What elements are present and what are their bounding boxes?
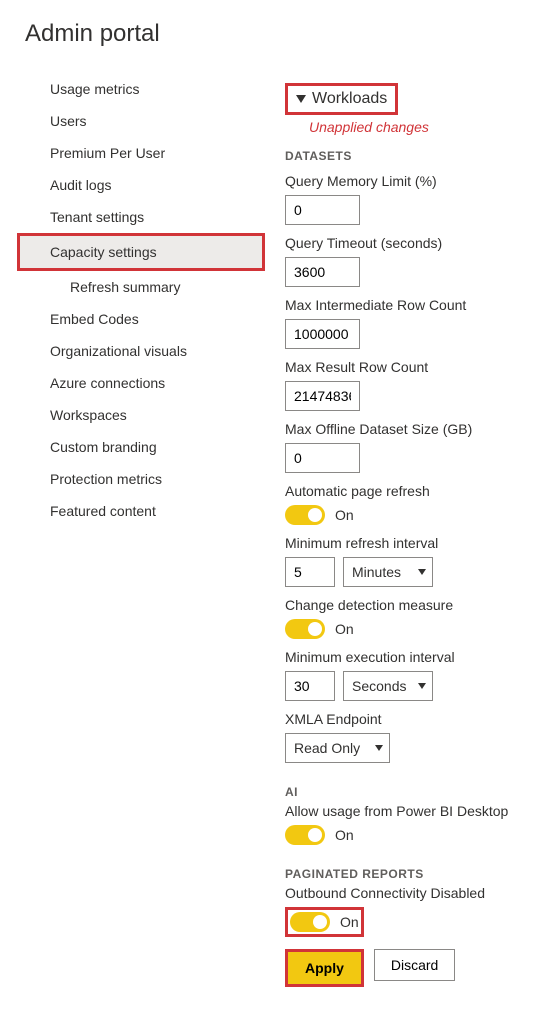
query-memory-limit-label: Query Memory Limit (%) xyxy=(285,173,557,189)
sidebar-item-custom-branding[interactable]: Custom branding xyxy=(20,431,265,463)
paginated-heading: PAGINATED REPORTS xyxy=(285,867,557,881)
chevron-down-icon xyxy=(375,745,383,751)
xmla-label: XMLA Endpoint xyxy=(285,711,557,727)
auto-refresh-label: Automatic page refresh xyxy=(285,483,557,499)
max-offline-label: Max Offline Dataset Size (GB) xyxy=(285,421,557,437)
min-refresh-unit-select[interactable]: Minutes xyxy=(343,557,433,587)
datasets-heading: DATASETS xyxy=(285,149,557,163)
max-intermediate-label: Max Intermediate Row Count xyxy=(285,297,557,313)
min-exec-input[interactable] xyxy=(285,671,335,701)
change-detection-state: On xyxy=(335,621,354,637)
highlight-capacity-settings: Capacity settings xyxy=(17,233,265,271)
xmla-select[interactable]: Read Only xyxy=(285,733,390,763)
sidebar-item-refresh-summary[interactable]: Refresh summary xyxy=(20,271,265,303)
allow-desktop-toggle[interactable] xyxy=(285,825,325,845)
max-intermediate-input[interactable] xyxy=(285,319,360,349)
min-exec-label: Minimum execution interval xyxy=(285,649,557,665)
allow-desktop-state: On xyxy=(335,827,354,843)
apply-button[interactable]: Apply xyxy=(288,952,361,984)
highlight-workloads: Workloads xyxy=(285,83,398,115)
highlight-outbound-toggle: On xyxy=(285,907,364,937)
sidebar-item-workspaces[interactable]: Workspaces xyxy=(20,399,265,431)
sidebar-item-capacity-settings[interactable]: Capacity settings xyxy=(20,236,262,268)
max-result-label: Max Result Row Count xyxy=(285,359,557,375)
sidebar-item-audit-logs[interactable]: Audit logs xyxy=(20,169,265,201)
min-refresh-label: Minimum refresh interval xyxy=(285,535,557,551)
query-memory-limit-input[interactable] xyxy=(285,195,360,225)
xmla-value: Read Only xyxy=(294,740,360,756)
sidebar-item-embed-codes[interactable]: Embed Codes xyxy=(20,303,265,335)
workloads-title: Workloads xyxy=(312,90,387,108)
change-detection-toggle[interactable] xyxy=(285,619,325,639)
outbound-toggle[interactable] xyxy=(290,912,330,932)
sidebar-item-usage-metrics[interactable]: Usage metrics xyxy=(20,73,265,105)
sidebar-item-tenant-settings[interactable]: Tenant settings xyxy=(20,201,265,233)
min-refresh-unit-value: Minutes xyxy=(352,564,401,580)
min-refresh-input[interactable] xyxy=(285,557,335,587)
sidebar: Usage metrics Users Premium Per User Aud… xyxy=(20,73,265,987)
main-content: Workloads Unapplied changes DATASETS Que… xyxy=(285,73,557,987)
ai-heading: AI xyxy=(285,785,557,799)
min-exec-unit-value: Seconds xyxy=(352,678,406,694)
min-exec-unit-select[interactable]: Seconds xyxy=(343,671,433,701)
sidebar-item-users[interactable]: Users xyxy=(20,105,265,137)
query-timeout-label: Query Timeout (seconds) xyxy=(285,235,557,251)
allow-desktop-label: Allow usage from Power BI Desktop xyxy=(285,803,557,819)
sidebar-item-azure-connections[interactable]: Azure connections xyxy=(20,367,265,399)
sidebar-item-premium-per-user[interactable]: Premium Per User xyxy=(20,137,265,169)
highlight-apply: Apply xyxy=(285,949,364,987)
page-title: Admin portal xyxy=(25,20,557,48)
outbound-state: On xyxy=(340,914,359,930)
outbound-label: Outbound Connectivity Disabled xyxy=(285,885,557,901)
collapse-icon xyxy=(296,95,306,103)
auto-refresh-state: On xyxy=(335,507,354,523)
chevron-down-icon xyxy=(418,569,426,575)
max-result-input[interactable] xyxy=(285,381,360,411)
chevron-down-icon xyxy=(418,683,426,689)
sidebar-item-featured-content[interactable]: Featured content xyxy=(20,495,265,527)
query-timeout-input[interactable] xyxy=(285,257,360,287)
max-offline-input[interactable] xyxy=(285,443,360,473)
workloads-header[interactable]: Workloads xyxy=(288,86,395,112)
unapplied-changes-label: Unapplied changes xyxy=(309,119,557,135)
auto-refresh-toggle[interactable] xyxy=(285,505,325,525)
change-detection-label: Change detection measure xyxy=(285,597,557,613)
sidebar-item-organizational-visuals[interactable]: Organizational visuals xyxy=(20,335,265,367)
discard-button[interactable]: Discard xyxy=(374,949,455,981)
sidebar-item-protection-metrics[interactable]: Protection metrics xyxy=(20,463,265,495)
